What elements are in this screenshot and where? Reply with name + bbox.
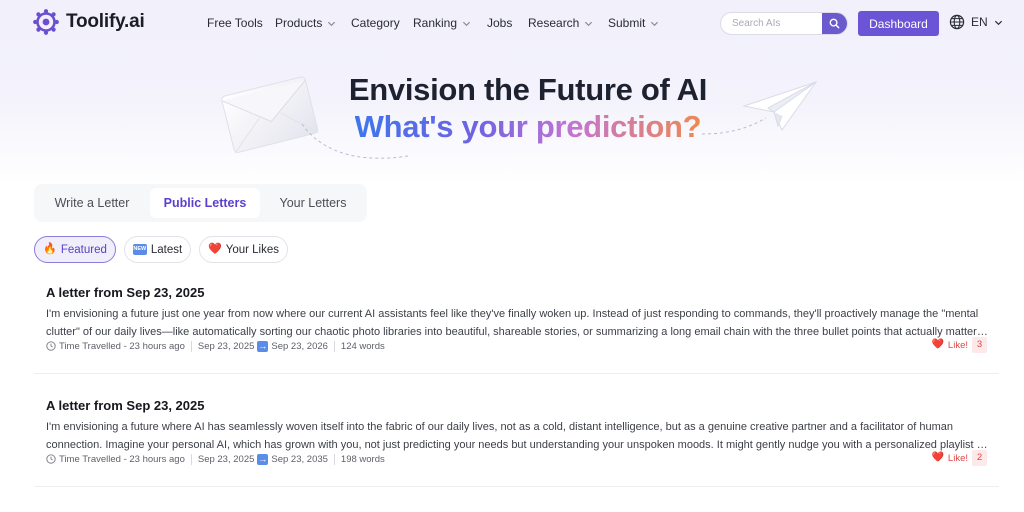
like-button[interactable]: ❤️ Like! 2 bbox=[931, 450, 987, 466]
meta-divider bbox=[190, 453, 192, 465]
nav-item-label: Free Tools bbox=[207, 16, 263, 30]
chevron-down-icon bbox=[651, 21, 659, 26]
filter-latest[interactable]: NEW Latest bbox=[124, 236, 191, 263]
heart-icon: ❤️ bbox=[931, 339, 944, 350]
from-date: Sep 23, 2025 bbox=[197, 453, 255, 465]
letter-title: A letter from Sep 23, 2025 bbox=[46, 285, 205, 300]
nav-item-label: Submit bbox=[608, 16, 646, 30]
tab-write-a-letter[interactable]: Write a Letter bbox=[42, 188, 142, 218]
hero-subtitle: What's your prediction? bbox=[0, 109, 1024, 145]
arrow-right-icon: → bbox=[257, 453, 269, 465]
logo-icon bbox=[33, 9, 59, 35]
fire-icon: 🔥 bbox=[43, 243, 57, 255]
letter-meta: Time Travelled - 23 hours ago Sep 23, 20… bbox=[46, 339, 385, 353]
new-badge-icon: NEW bbox=[132, 244, 147, 255]
arrow-right-icon: → bbox=[257, 340, 269, 352]
meta-divider bbox=[190, 340, 192, 352]
nav-item-research[interactable]: Research bbox=[528, 16, 593, 30]
tab-public-letters[interactable]: Public Letters bbox=[150, 188, 260, 218]
nav-item-category[interactable]: Category bbox=[351, 16, 400, 30]
hero-title: Envision the Future of AI bbox=[348, 72, 708, 107]
letter-excerpt: I'm envisioning a future just one year f… bbox=[46, 308, 990, 338]
navbar: Toolify.ai Free Tools Products Category … bbox=[0, 0, 1024, 46]
search-icon bbox=[829, 18, 840, 29]
to-date: Sep 23, 2035 bbox=[271, 453, 328, 465]
filter-label: Featured bbox=[60, 243, 107, 256]
search-input[interactable] bbox=[721, 13, 825, 34]
nav-item-label: Ranking bbox=[413, 16, 458, 30]
globe-icon bbox=[949, 14, 965, 30]
clock-icon bbox=[46, 341, 56, 351]
nav-item-ranking[interactable]: Ranking bbox=[413, 16, 471, 30]
nav-item-label: Category bbox=[351, 16, 400, 30]
time-travelled: Time Travelled - 23 hours ago bbox=[59, 340, 185, 352]
heart-icon: ❤️ bbox=[931, 452, 944, 463]
filter-label: Your Likes bbox=[225, 243, 279, 256]
clock-icon bbox=[46, 454, 56, 464]
chevron-down-icon bbox=[994, 20, 1002, 25]
logo[interactable]: Toolify.ai bbox=[33, 9, 145, 35]
nav-item-label: Research bbox=[528, 16, 580, 30]
time-travelled: Time Travelled - 23 hours ago bbox=[59, 453, 185, 465]
nav-item-label: Products bbox=[275, 16, 323, 30]
nav-item-free-tools[interactable]: Free Tools bbox=[207, 16, 263, 30]
nav-item-jobs[interactable]: Jobs bbox=[487, 16, 512, 30]
like-button[interactable]: ❤️ Like! 3 bbox=[931, 337, 987, 353]
nav-item-products[interactable]: Products bbox=[275, 16, 336, 30]
letter-meta: Time Travelled - 23 hours ago Sep 23, 20… bbox=[46, 452, 385, 466]
chevron-down-icon bbox=[328, 21, 336, 26]
letter-card[interactable]: A letter from Sep 23, 2025 I'm envisioni… bbox=[34, 375, 999, 487]
like-count: 3 bbox=[972, 337, 987, 353]
filter-your-likes[interactable]: ❤️ Your Likes bbox=[199, 236, 288, 263]
tab-your-letters[interactable]: Your Letters bbox=[268, 188, 358, 218]
search-button[interactable] bbox=[822, 13, 847, 34]
letter-tabs: Write a Letter Public Letters Your Lette… bbox=[34, 184, 367, 222]
to-date: Sep 23, 2026 bbox=[271, 340, 328, 352]
nav-item-label: Jobs bbox=[487, 16, 513, 30]
letter-title: A letter from Sep 23, 2025 bbox=[46, 398, 205, 413]
like-label: Like! bbox=[947, 339, 968, 351]
filter-featured[interactable]: 🔥 Featured bbox=[34, 236, 116, 263]
page: Toolify.ai Free Tools Products Category … bbox=[0, 0, 1024, 512]
dashboard-button[interactable]: Dashboard bbox=[858, 11, 939, 36]
search-box bbox=[720, 12, 848, 35]
hero-subtitle-text: What's your prediction? bbox=[354, 109, 702, 144]
word-count: 198 words bbox=[340, 453, 385, 465]
chevron-down-icon bbox=[462, 21, 471, 26]
like-count: 2 bbox=[972, 450, 987, 466]
filter-label: Latest bbox=[150, 243, 183, 256]
meta-divider bbox=[333, 340, 335, 352]
meta-divider bbox=[333, 453, 335, 465]
language-selector[interactable]: EN bbox=[949, 14, 1003, 30]
chevron-down-icon bbox=[585, 21, 593, 26]
letter-excerpt: I'm envisioning a future where AI has se… bbox=[46, 421, 989, 451]
like-label: Like! bbox=[947, 452, 968, 464]
word-count: 124 words bbox=[340, 340, 385, 352]
language-label: EN bbox=[971, 15, 988, 29]
heart-icon: ❤️ bbox=[208, 243, 222, 255]
brand-name: Toolify.ai bbox=[66, 11, 145, 32]
letter-card[interactable]: A letter from Sep 23, 2025 I'm envisioni… bbox=[34, 262, 999, 374]
nav-item-submit[interactable]: Submit bbox=[608, 16, 659, 30]
from-date: Sep 23, 2025 bbox=[197, 340, 255, 352]
